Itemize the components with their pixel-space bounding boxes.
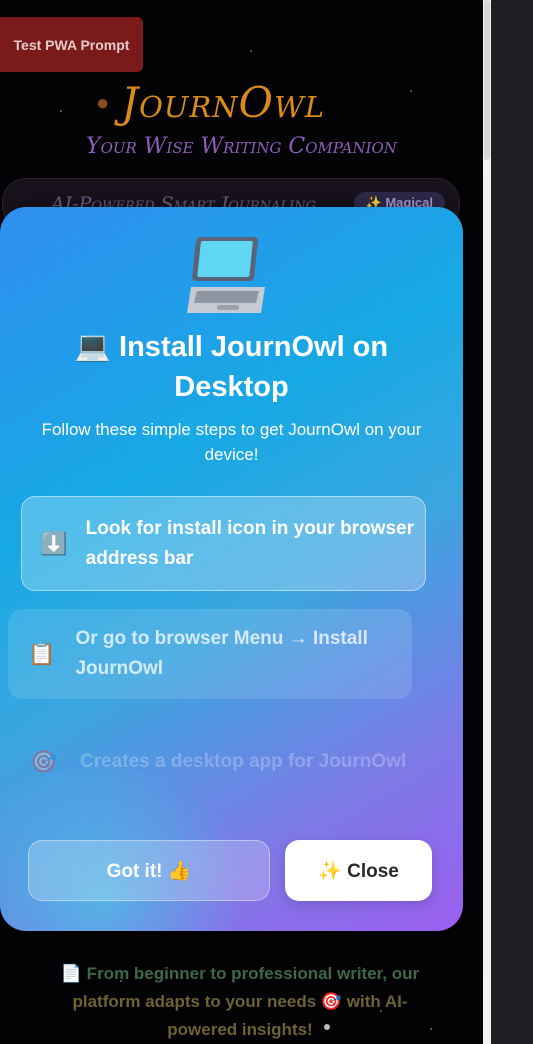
install-modal: 💻 Install JournOwl on Desktop Follow the… <box>0 207 463 931</box>
test-pwa-prompt-button[interactable]: Test PWA Prompt <box>0 17 143 72</box>
brand-logo: ● JournOwl <box>96 78 325 127</box>
brand-name: JournOwl <box>121 78 326 127</box>
install-step-2-text: Or go to browser Menu → Install JournOwl <box>75 628 368 679</box>
install-step-3-text: Creates a desktop app for JournOwl <box>80 751 407 772</box>
modal-subtitle: Follow these simple steps to get JournOw… <box>41 420 422 464</box>
close-button[interactable]: ✨ Close <box>285 840 432 901</box>
intro-line-1: 📄 From beginner to professional writer, … <box>60 964 420 983</box>
install-step-1-text: Look for install icon in your browser ad… <box>85 517 414 569</box>
intro-line-2: platform adapts to your needs 🎯 with AI- <box>72 992 408 1011</box>
side-panel <box>491 0 533 1044</box>
got-it-button[interactable]: Got it! 👍 <box>28 840 270 901</box>
download-arrow-icon: ⬇️ <box>40 530 68 556</box>
laptop-icon <box>187 237 265 313</box>
brand-tagline: Your Wise Writing Companion <box>86 134 397 159</box>
intro-text: 📄 From beginner to professional writer, … <box>30 960 450 1044</box>
clipboard-icon: 📋 <box>28 641 56 666</box>
install-step-2: 📋 Or go to browser Menu → Install JournO… <box>8 609 412 699</box>
install-step-3: 🎯 Creates a desktop app for JournOwl <box>8 717 412 807</box>
scrollbar-thumb[interactable] <box>484 0 490 160</box>
owl-icon: ● <box>96 89 110 115</box>
target-icon: 🎯 <box>30 749 58 774</box>
intro-line-3: powered insights! <box>167 1020 313 1039</box>
scrollbar[interactable] <box>483 0 491 1044</box>
install-step-1: ⬇️ Look for install icon in your browser… <box>21 496 426 591</box>
page-background: Test PWA Prompt ● JournOwl Your Wise Wri… <box>0 0 483 1044</box>
modal-title: 💻 Install JournOwl on Desktop <box>74 331 389 403</box>
